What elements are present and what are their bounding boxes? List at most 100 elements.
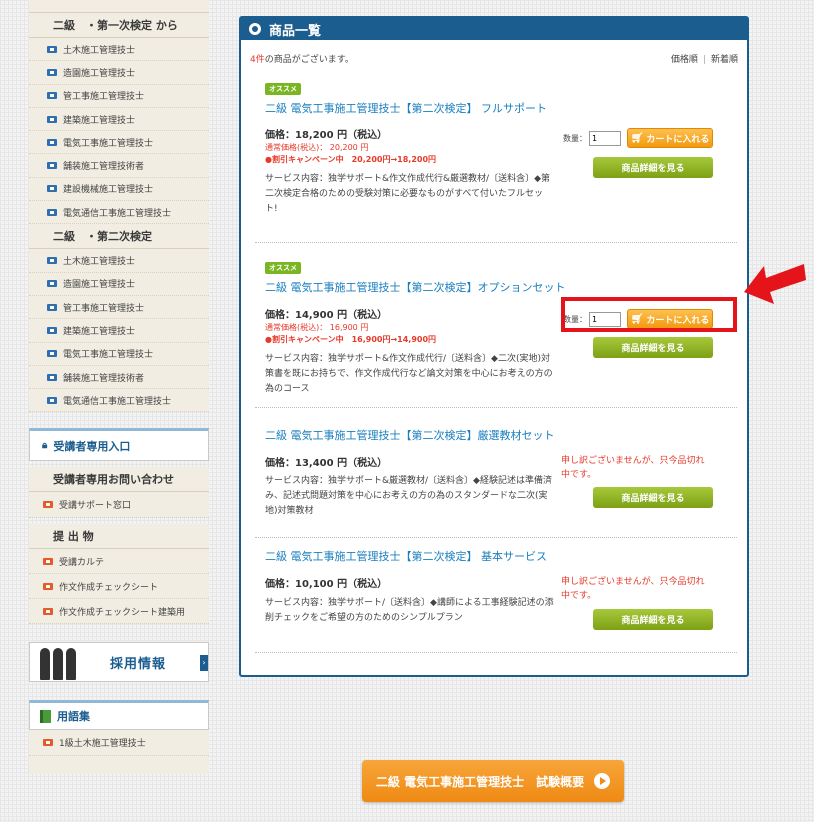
sidebar-item[interactable]: 1級土木施工管理技士 [29, 730, 209, 757]
sidebar-section-submission: 提 出 物 受講カルテ 作文作成チェックシート 作文作成チェックシート建築用 [29, 524, 209, 625]
sidebar-item[interactable]: 作文作成チェックシート建築用 [29, 599, 209, 625]
circle-icon [249, 23, 261, 35]
quantity-label: 数量： [563, 133, 587, 143]
panel-header: 商品一覧 [241, 18, 747, 40]
sort-new-link[interactable]: 新着順 [711, 55, 738, 65]
product-description: サービス内容：独学サポート&作文作成代行/〔送料含〕◆二次(実地)対策書を既にお… [265, 354, 553, 394]
product-price: 価格：18,200 円（税込） [265, 130, 388, 141]
product-detail-button[interactable]: 商品詳細を見る [593, 337, 713, 358]
sidebar-item[interactable]: 作文作成チェックシート [29, 574, 209, 600]
product-detail-button[interactable]: 商品詳細を見る [593, 609, 713, 630]
lock-icon: 🔒︎ [42, 440, 48, 452]
bullet-icon [47, 138, 57, 146]
bullet-icon [47, 45, 57, 53]
people-icon [40, 644, 92, 681]
sidebar: 二級 ・第一次検定 から 土木施工管理技士 造園施工管理技士 管工事施工管理技士… [29, 0, 209, 775]
sidebar-section-title: 二級 ・第二次検定 [29, 224, 209, 250]
sort-links: 価格順 | 新着順 [670, 55, 738, 65]
product-description: サービス内容：独学サポート/〔送料含〕◆講師による工事経験記述の添削チェックをご… [265, 598, 554, 623]
regular-price: 通常価格(税込)： 16,900 円 [265, 323, 369, 332]
product-description: サービス内容：独学サポート&作文作成代行&厳選教材/〔送料含〕◆第二次検定合格の… [265, 174, 550, 214]
product-title-link[interactable]: 二級 電気工事施工管理技士【第二次検定】 基本サービス [265, 548, 547, 564]
bullet-icon [47, 373, 57, 381]
recommend-badge: オススメ [265, 262, 301, 274]
product-item: オススメ 二級 電気工事施工管理技士【第二次検定】 フルサポート 価格：18,2… [255, 78, 737, 243]
sidebar-section-second-exam: 二級 ・第二次検定 土木施工管理技士 造園施工管理技士 管工事施工管理技士 建築… [29, 224, 209, 413]
bullet-icon [47, 162, 57, 170]
bullet-icon [43, 557, 53, 565]
bullet-icon [47, 68, 57, 76]
bullet-icon [47, 303, 57, 311]
sidebar-item[interactable]: 造園施工管理技士 [29, 273, 209, 296]
sold-out-notice: 申し訳ございませんが、只今品切れ中です。 [561, 456, 705, 480]
exam-overview-button[interactable]: 二級 電気工事施工管理技士 試験概要 [362, 760, 624, 802]
product-title-link[interactable]: 二級 電気工事施工管理技士【第二次検定】厳選教材セット [265, 427, 555, 443]
product-detail-button[interactable]: 商品詳細を見る [593, 157, 713, 178]
sidebar-item[interactable]: 土木施工管理技士 [29, 38, 209, 62]
product-price: 価格：10,100 円（税込） [265, 579, 388, 590]
cart-icon: 🛒︎ [630, 132, 644, 144]
sidebar-item[interactable]: 舗装施工管理技術者 [29, 366, 209, 390]
page-title: 商品一覧 [269, 23, 322, 39]
sidebar-item[interactable]: 管工事施工管理技士 [29, 85, 209, 108]
bullet-icon [47, 257, 57, 265]
sidebar-item[interactable]: 受講カルテ [29, 549, 209, 575]
quantity-input[interactable] [589, 130, 621, 146]
sidebar-item[interactable]: 管工事施工管理技士 [29, 296, 209, 320]
product-item: 二級 電気工事施工管理技士【第二次検定】厳選教材セット 価格：13,400 円（… [255, 418, 737, 538]
sidebar-item[interactable]: 電気工事施工管理技士 [29, 131, 209, 155]
sold-out-notice: 申し訳ございませんが、只今品切れ中です。 [561, 577, 705, 601]
glossary-header[interactable]: 用語集 [29, 700, 209, 731]
chevron-right-icon: › [200, 655, 208, 672]
bullet-icon [47, 92, 57, 100]
sidebar-item[interactable]: 造園施工管理技士 [29, 61, 209, 85]
sidebar-section-title: 受講者専用お問い合わせ [29, 467, 209, 493]
product-count: 4件の商品がございます。 [250, 55, 354, 65]
product-price: 価格：14,900 円（税込） [265, 310, 388, 321]
sidebar-item[interactable]: 電気通信工事施工管理技士 [29, 201, 209, 225]
sidebar-item[interactable]: 舗装施工管理技術者 [29, 154, 209, 178]
bullet-icon [47, 396, 57, 404]
sidebar-item[interactable]: 電気工事施工管理技士 [29, 343, 209, 366]
bullet-icon [43, 607, 53, 615]
product-title-link[interactable]: 二級 電気工事施工管理技士【第二次検定】オプションセット [265, 279, 566, 295]
sidebar-section-title: 二級 ・第一次検定 から [29, 13, 209, 38]
sidebar-item[interactable]: 電気通信工事施工管理技士 [29, 389, 209, 413]
product-item: 二級 電気工事施工管理技士【第二次検定】 基本サービス 価格：10,100 円（… [255, 538, 737, 653]
bullet-icon [47, 326, 57, 334]
play-icon [594, 773, 611, 789]
product-price: 価格：13,400 円（税込） [265, 458, 388, 469]
sidebar-top-stub [29, 0, 209, 13]
campaign-price: ●割引キャンペーン中 16,900円→14,900円 [265, 335, 437, 344]
campaign-price: ●割引キャンペーン中 20,200円→18,200円 [265, 155, 437, 164]
sidebar-section-first-exam: 二級 ・第一次検定 から 土木施工管理技士 造園施工管理技士 管工事施工管理技士… [29, 13, 209, 225]
bullet-icon [43, 739, 53, 747]
product-title-link[interactable]: 二級 電気工事施工管理技士【第二次検定】 フルサポート [265, 100, 547, 116]
bullet-icon [47, 208, 57, 216]
sort-price-link[interactable]: 価格順 [671, 55, 698, 65]
sidebar-section-glossary: 1級土木施工管理技士 [29, 730, 209, 775]
highlight-box [561, 297, 737, 332]
sidebar-item[interactable]: 建設機械施工管理技士 [29, 178, 209, 202]
product-description: サービス内容：独学サポート&厳選教材/〔送料含〕◆経験記述は準備済み、記述式問題… [265, 476, 552, 516]
product-list-panel: 商品一覧 4件の商品がございます。 価格順 | 新着順 オススメ 二級 電気工事施工… [239, 16, 749, 677]
book-icon [40, 709, 51, 723]
sidebar-item[interactable]: 土木施工管理技士 [29, 249, 209, 273]
recommend-badge: オススメ [265, 83, 301, 95]
bullet-icon [47, 280, 57, 288]
bullet-icon [47, 115, 57, 123]
bullet-icon [43, 501, 53, 509]
member-entry-link[interactable]: 🔒︎ 受講者専用入口 [29, 428, 209, 462]
bullet-icon [43, 582, 53, 590]
sidebar-section-title: 提 出 物 [29, 524, 209, 550]
sidebar-item[interactable]: 建築施工管理技士 [29, 108, 209, 132]
recruit-banner[interactable]: 採用情報 › [29, 642, 209, 683]
add-to-cart-button[interactable]: 🛒︎ カートに入れる [627, 128, 713, 148]
regular-price: 通常価格(税込)： 20,200 円 [265, 143, 369, 152]
sidebar-item[interactable]: 受講サポート窓口 [29, 492, 209, 519]
sidebar-section-contact: 受講者専用お問い合わせ 受講サポート窓口 [29, 467, 209, 519]
product-detail-button[interactable]: 商品詳細を見る [593, 487, 713, 508]
sidebar-item[interactable]: 建築施工管理技士 [29, 319, 209, 343]
bullet-icon [47, 185, 57, 193]
add-to-cart-area: 数量： 🛒︎カートに入れる [563, 128, 713, 148]
